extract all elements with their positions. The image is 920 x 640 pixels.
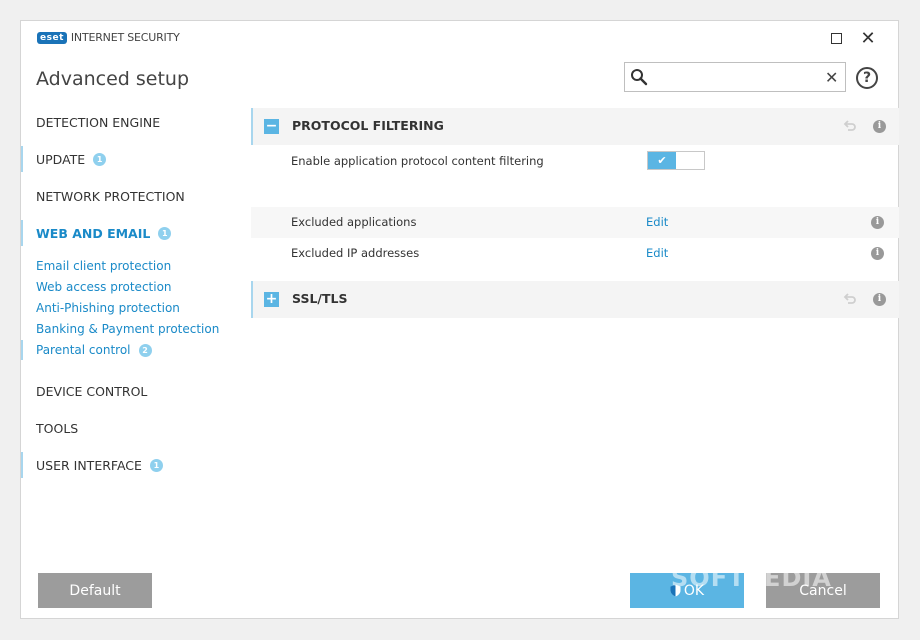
subitem-email-client-protection[interactable]: Email client protection xyxy=(21,256,241,276)
collapse-icon[interactable]: − xyxy=(264,119,279,134)
revert-icon[interactable] xyxy=(843,119,857,133)
search-icon xyxy=(631,69,648,86)
subitem-label: Email client protection xyxy=(36,259,172,273)
setting-row-excluded-ip-addresses: Excluded IP addresses Edit i xyxy=(251,238,899,269)
section-title: SSL/TLS xyxy=(292,291,348,306)
subitem-label: Parental control xyxy=(36,343,131,357)
sidebar-item-label: UPDATE xyxy=(36,151,86,167)
default-button[interactable]: Default xyxy=(38,573,152,608)
close-icon: ✕ xyxy=(860,27,876,49)
sidebar-item-label: WEB AND EMAIL xyxy=(36,225,151,241)
logo-text: INTERNET SECURITY xyxy=(70,31,180,44)
sidebar-item-label: TOOLS xyxy=(36,420,79,436)
sidebar-item-label: DETECTION ENGINE xyxy=(36,114,161,130)
notification-badge: 1 xyxy=(93,152,107,166)
setting-label: Enable application protocol content filt… xyxy=(291,154,544,168)
info-icon[interactable]: i xyxy=(871,216,884,229)
search-box: ✕ xyxy=(624,62,846,92)
edit-excluded-ip-addresses-link[interactable]: Edit xyxy=(646,246,668,260)
expand-icon[interactable]: + xyxy=(264,292,279,307)
clear-search-icon[interactable]: ✕ xyxy=(825,68,838,87)
close-button[interactable]: ✕ xyxy=(856,27,880,49)
subitem-parental-control[interactable]: Parental control 2 xyxy=(21,340,241,360)
subitem-label: Anti-Phishing protection xyxy=(36,301,180,315)
notification-badge: 1 xyxy=(149,458,163,472)
info-icon[interactable]: i xyxy=(873,293,886,306)
checkmark-icon: ✔ xyxy=(648,152,676,169)
sidebar-item-detection-engine[interactable]: DETECTION ENGINE xyxy=(21,109,241,135)
setting-row-protocol-filtering: Enable application protocol content filt… xyxy=(251,146,899,177)
logo-badge: eset xyxy=(37,31,67,44)
subitem-label: Web access protection xyxy=(36,280,172,294)
notification-badge: 1 xyxy=(158,226,172,240)
subitem-label: Banking & Payment protection xyxy=(36,322,220,336)
eset-logo: eset INTERNET SECURITY xyxy=(37,31,180,44)
sidebar-item-label: DEVICE CONTROL xyxy=(36,383,148,399)
notification-badge: 2 xyxy=(138,343,152,357)
app-window: eset INTERNET SECURITY ✕ Advanced setup … xyxy=(20,20,899,619)
sidebar-item-device-control[interactable]: DEVICE CONTROL xyxy=(21,378,241,404)
help-icon[interactable]: ? xyxy=(856,67,878,89)
sidebar-item-network-protection[interactable]: NETWORK PROTECTION xyxy=(21,183,241,209)
subitem-banking-payment-protection[interactable]: Banking & Payment protection xyxy=(21,319,241,339)
setting-label: Excluded applications xyxy=(291,215,417,229)
subitem-web-access-protection[interactable]: Web access protection xyxy=(21,277,241,297)
subitem-anti-phishing-protection[interactable]: Anti-Phishing protection xyxy=(21,298,241,318)
revert-icon[interactable] xyxy=(843,292,857,306)
sidebar-item-label: USER INTERFACE xyxy=(36,457,142,473)
sidebar-item-web-and-email[interactable]: WEB AND EMAIL 1 xyxy=(21,220,241,246)
button-label: Default xyxy=(69,582,121,599)
info-icon[interactable]: i xyxy=(873,120,886,133)
sidebar-item-update[interactable]: UPDATE 1 xyxy=(21,146,241,172)
search-input[interactable] xyxy=(651,67,825,89)
watermark: SOFTPEDIA xyxy=(671,564,832,592)
sidebar-item-tools[interactable]: TOOLS xyxy=(21,415,241,441)
info-icon[interactable]: i xyxy=(871,247,884,260)
protocol-filtering-toggle[interactable]: ✔ xyxy=(647,151,705,170)
sidebar-item-user-interface[interactable]: USER INTERFACE 1 xyxy=(21,452,241,478)
section-title: PROTOCOL FILTERING xyxy=(292,118,444,133)
page-title: Advanced setup xyxy=(36,68,190,90)
setting-row-excluded-applications: Excluded applications Edit i xyxy=(251,207,899,238)
maximize-icon xyxy=(830,32,842,44)
setting-label: Excluded IP addresses xyxy=(291,246,420,260)
ssl-tls-header[interactable]: + SSL/TLS i xyxy=(251,281,899,318)
edit-excluded-applications-link[interactable]: Edit xyxy=(646,215,668,229)
protocol-filtering-header[interactable]: − PROTOCOL FILTERING i xyxy=(251,108,899,145)
sidebar-item-label: NETWORK PROTECTION xyxy=(36,188,185,204)
maximize-button[interactable] xyxy=(824,27,848,49)
title-bar: eset INTERNET SECURITY ✕ xyxy=(21,21,898,55)
